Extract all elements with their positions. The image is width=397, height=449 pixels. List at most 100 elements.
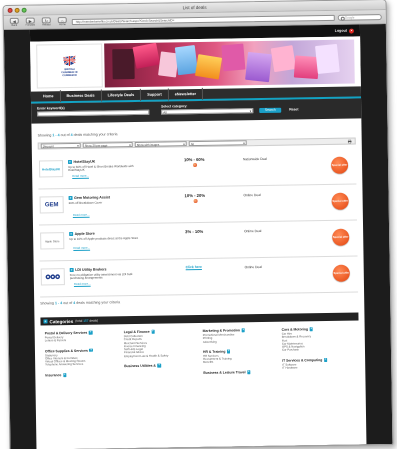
nav-item-support[interactable]: Support (141, 88, 169, 101)
read-more-link[interactable]: Read more... (73, 213, 90, 217)
read-more-link[interactable]: Read more... (74, 282, 91, 286)
categories-plus-icon[interactable]: + (43, 319, 48, 324)
category-plus-icon[interactable]: + (89, 348, 93, 353)
special-offer-badge[interactable]: Special offer (332, 228, 350, 246)
read-more-link[interactable]: Read more... (72, 174, 89, 178)
category-plus-icon[interactable]: + (247, 369, 251, 374)
category-block: Marketing & Promotion + Promotional Mercha… (203, 328, 276, 344)
category-plus-icon[interactable]: + (309, 326, 314, 332)
deal-discount: 10% - 60% (183, 156, 205, 163)
deal-description: Up to 60% off Hotel & Short Breaks World… (68, 163, 134, 172)
reload-icon: ↻ (41, 17, 51, 24)
close-window-button[interactable] (7, 7, 13, 13)
back-arrow-icon: ◀ (9, 17, 19, 24)
category-column: Marketing & Promotion + Promotional Mercha… (203, 328, 277, 381)
nav-item-lifestyle-deals[interactable]: Lifestyle Deals (101, 88, 142, 102)
web-page: Logout × BRITISH CHAMBER OF COMMERCE Hom… (29, 24, 367, 449)
nav-item-enewsletter[interactable]: eNewsletter (168, 87, 204, 101)
subcategory-link[interactable]: IT Hardware (282, 366, 355, 370)
deal-type: Online Deal (244, 265, 262, 270)
deal-row: + LDI Utility Brokers Free no obligation… (39, 256, 359, 298)
address-bar[interactable]: http://memberbenefits.co.uk/Deals/Search… (71, 14, 335, 25)
zoom-window-button[interactable] (21, 7, 27, 13)
subcategory-link[interactable]: Telephone Answering Services (45, 362, 118, 367)
deal-type: Online Deal (243, 193, 261, 198)
subcategory-link[interactable]: Benefits (203, 360, 276, 364)
site-logo[interactable]: BRITISH CHAMBER OF COMMERCE (36, 43, 103, 89)
home-button[interactable]: ⌂ Home (56, 16, 69, 27)
category-block: Business & Leisure Travel + (203, 369, 276, 375)
home-icon: ⌂ (57, 16, 67, 23)
category-plus-icon[interactable]: + (157, 363, 161, 368)
keyword-label: Enter keyword(s) (37, 106, 65, 111)
logout-x-icon[interactable]: × (348, 28, 355, 34)
print-icon[interactable] (347, 139, 352, 144)
search-button[interactable]: Search (259, 107, 282, 114)
special-offer-badge[interactable]: Special offer (330, 156, 349, 174)
deal-row: GEM + Gem Motoring Assist 20% off Breakd… (38, 184, 357, 226)
special-offer-badge[interactable]: Special offer (331, 192, 349, 210)
subcategory-link[interactable]: Advertising (203, 339, 276, 343)
click-here-link[interactable]: Click here (186, 265, 202, 269)
category-plus-icon[interactable]: + (226, 349, 231, 354)
deal-row: HotelStayUK + HotelStayUK Up to 60% off … (37, 148, 357, 190)
deal-description: 20% off Breakdown Cover (68, 200, 103, 205)
forward-button[interactable]: ▶ Forward (24, 17, 37, 27)
back-button[interactable]: ◀ Back (8, 17, 21, 28)
category-column: Postal & Delivery Services + Postal Delive… (45, 330, 119, 383)
expand-plus-icon[interactable]: + (67, 159, 73, 165)
category-plus-icon[interactable]: + (241, 328, 245, 333)
category-heading[interactable]: Insurance + (45, 372, 118, 377)
deal-logo[interactable]: HotelStayUK (38, 160, 64, 178)
category-block: HR & Training + HR Services Recruitment & T… (203, 349, 276, 365)
expand-plus-icon[interactable]: + (69, 267, 74, 273)
nav-item-home[interactable]: Home (36, 90, 61, 103)
category-plus-icon[interactable]: + (151, 329, 155, 334)
site-header: BRITISH CHAMBER OF COMMERCE (30, 36, 361, 92)
category-plus-icon[interactable]: + (323, 357, 328, 362)
deal-discount: 10% - 20% (184, 192, 206, 199)
deal-type: Online Deal (244, 229, 262, 234)
subcategory-link[interactable]: Employment Law & Health & Safety (124, 353, 197, 358)
subcategory-link[interactable]: Letters & Parcels (45, 338, 118, 343)
browser-search-field[interactable]: Google (337, 13, 382, 21)
nav-item-business-deals[interactable]: Business Deals (60, 89, 102, 103)
deal-title[interactable]: + LDI Utility Brokers (69, 267, 107, 273)
reload-button[interactable]: ↻ Reload (40, 17, 53, 27)
deal-discount: 3% - 10% (185, 228, 204, 235)
browser-window: List of deals ◀ Back ▶ Forward ↻ Reload … (2, 0, 394, 449)
deal-title[interactable]: + HotelStayUK (67, 159, 95, 165)
special-offer-badge[interactable]: Special offer (332, 264, 350, 282)
read-more-link[interactable]: Read more... (73, 246, 90, 250)
deal-description: Free no obligation utility assessment vi… (69, 271, 133, 280)
minimize-window-button[interactable] (14, 7, 20, 13)
logout-link[interactable]: Logout (335, 29, 347, 33)
keyword-input[interactable] (37, 109, 150, 117)
category-plus-icon[interactable]: + (88, 330, 93, 335)
category-select[interactable]: All (161, 108, 254, 115)
deal-logo[interactable]: Apple Store (40, 232, 65, 250)
expand-plus-icon[interactable]: + (69, 231, 74, 237)
type-filter-select[interactable]: All (188, 140, 247, 146)
results-summary: Showing 1 - 4 out of 4 deals matching yo… (37, 132, 118, 138)
expand-plus-icon[interactable]: + (68, 195, 73, 201)
categories-grid: Postal & Delivery Services + Postal Delive… (41, 320, 360, 389)
category-block: Business Utilities & + (124, 363, 197, 368)
category-heading[interactable]: Business Utilities & + (124, 363, 197, 368)
image-filter-select[interactable]: Show with images (134, 141, 187, 147)
forward-arrow-icon: ▶ (25, 17, 35, 24)
sort-select[interactable]: Discount (40, 143, 81, 149)
category-block: IT Services & Computing + IT Software IT Ha… (282, 357, 355, 370)
ldi-logo-icon (45, 274, 60, 280)
deal-title[interactable]: + Gem Motoring Assist (68, 195, 110, 201)
subcategory-link[interactable]: Car Purchase (282, 348, 355, 352)
page-viewport: Logout × BRITISH CHAMBER OF COMMERCE Hom… (3, 24, 393, 449)
category-heading[interactable]: Business & Leisure Travel + (203, 369, 276, 375)
reset-link[interactable]: Reset (289, 108, 298, 112)
deal-logo[interactable]: GEM (39, 196, 64, 214)
logo-wordmark-icon: BRITISH CHAMBER OF COMMERCE (61, 67, 79, 78)
category-plus-icon[interactable]: + (62, 372, 67, 377)
deal-logo[interactable] (40, 268, 65, 286)
deal-title[interactable]: + Apple Store (69, 231, 95, 237)
per-page-select[interactable]: Show 20 per page (82, 142, 133, 148)
